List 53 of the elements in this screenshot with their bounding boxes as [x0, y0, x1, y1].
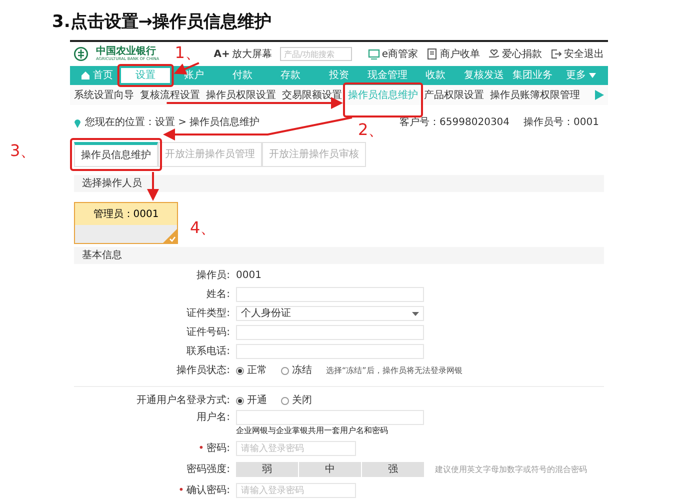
- header-link[interactable]: 爱心捐款: [502, 46, 542, 62]
- radio-label[interactable]: 开通: [247, 393, 267, 408]
- radio-label[interactable]: 正常: [247, 363, 267, 378]
- select-field[interactable]: 个人身份证: [236, 306, 424, 321]
- radio-label[interactable]: 冻结: [292, 363, 312, 378]
- hint-text: 企业网银与企业掌银共用一套用户名和密码: [236, 425, 388, 437]
- note-text: 选择“冻结”后，操作员将无法登录网银: [326, 364, 462, 376]
- header-link[interactable]: e商管家: [382, 46, 418, 62]
- zoom-link[interactable]: 放大屏幕: [232, 46, 272, 62]
- customer-number: 客户号：65998020304: [400, 116, 510, 130]
- subnav-link[interactable]: 系统设置向导: [74, 88, 134, 102]
- subnav-link[interactable]: 操作员账簿权限管理: [490, 88, 580, 102]
- strength-segment: 强: [362, 462, 424, 477]
- zoom-icon[interactable]: A+: [214, 46, 230, 62]
- field-label: 证件号码:: [186, 327, 230, 338]
- page-title: 3.点击设置→操作员信息维护: [51, 11, 273, 34]
- section-header: 基本信息: [74, 246, 604, 264]
- search-field[interactable]: 产品/功能搜索: [280, 47, 352, 61]
- annotation-label: 4、: [190, 217, 216, 239]
- radio-label[interactable]: 关闭: [292, 393, 312, 408]
- strength-segment: 中: [299, 462, 361, 477]
- field-label: 密码强度:: [186, 464, 230, 475]
- strength-segment: 弱: [236, 462, 298, 477]
- field-label: 确认密码:: [186, 485, 230, 496]
- field-label: 联系电话:: [186, 346, 230, 357]
- field-label: 开通用户名登录方式:: [136, 395, 230, 406]
- bank-name: 中国农业银行: [96, 46, 157, 57]
- operator-card[interactable]: 管理员：0001: [74, 202, 178, 244]
- operator-number: 操作员号：0001: [524, 116, 599, 130]
- subnav-link[interactable]: 产品权限设置: [424, 88, 484, 102]
- field-label: 操作员状态:: [176, 365, 230, 376]
- header-link[interactable]: 安全退出: [564, 46, 604, 62]
- required-mark: •: [198, 443, 204, 454]
- subnav-link[interactable]: 交易限额设置: [282, 88, 342, 102]
- annotation-label: 2、: [358, 118, 384, 140]
- subnav-link[interactable]: 操作员权限设置: [206, 88, 276, 102]
- header-link[interactable]: 商户收单: [440, 46, 480, 62]
- field-label: 用户名:: [196, 412, 230, 423]
- password-field[interactable]: 请输入登录密码: [236, 483, 356, 498]
- note-text: 建议使用英文字母加数字或符号的混合密码: [435, 464, 587, 476]
- field-label: 证件类型:: [186, 308, 230, 319]
- subnav-link[interactable]: 复核流程设置: [140, 88, 200, 102]
- field-value: 0001: [236, 269, 262, 283]
- field-label: 操作员:: [196, 270, 230, 281]
- password-field[interactable]: 请输入登录密码: [236, 441, 356, 456]
- annotation-label: 3、: [10, 140, 36, 162]
- breadcrumb: 您现在的位置：设置 > 操作员信息维护: [85, 116, 260, 130]
- field-label: 姓名:: [206, 289, 230, 300]
- annotation-label: 1、: [174, 42, 201, 64]
- tab[interactable]: 操作员信息维护: [74, 142, 158, 167]
- section-header: 选择操作人员: [74, 175, 604, 192]
- required-mark: •: [178, 485, 184, 496]
- field-label: 密码:: [206, 443, 230, 454]
